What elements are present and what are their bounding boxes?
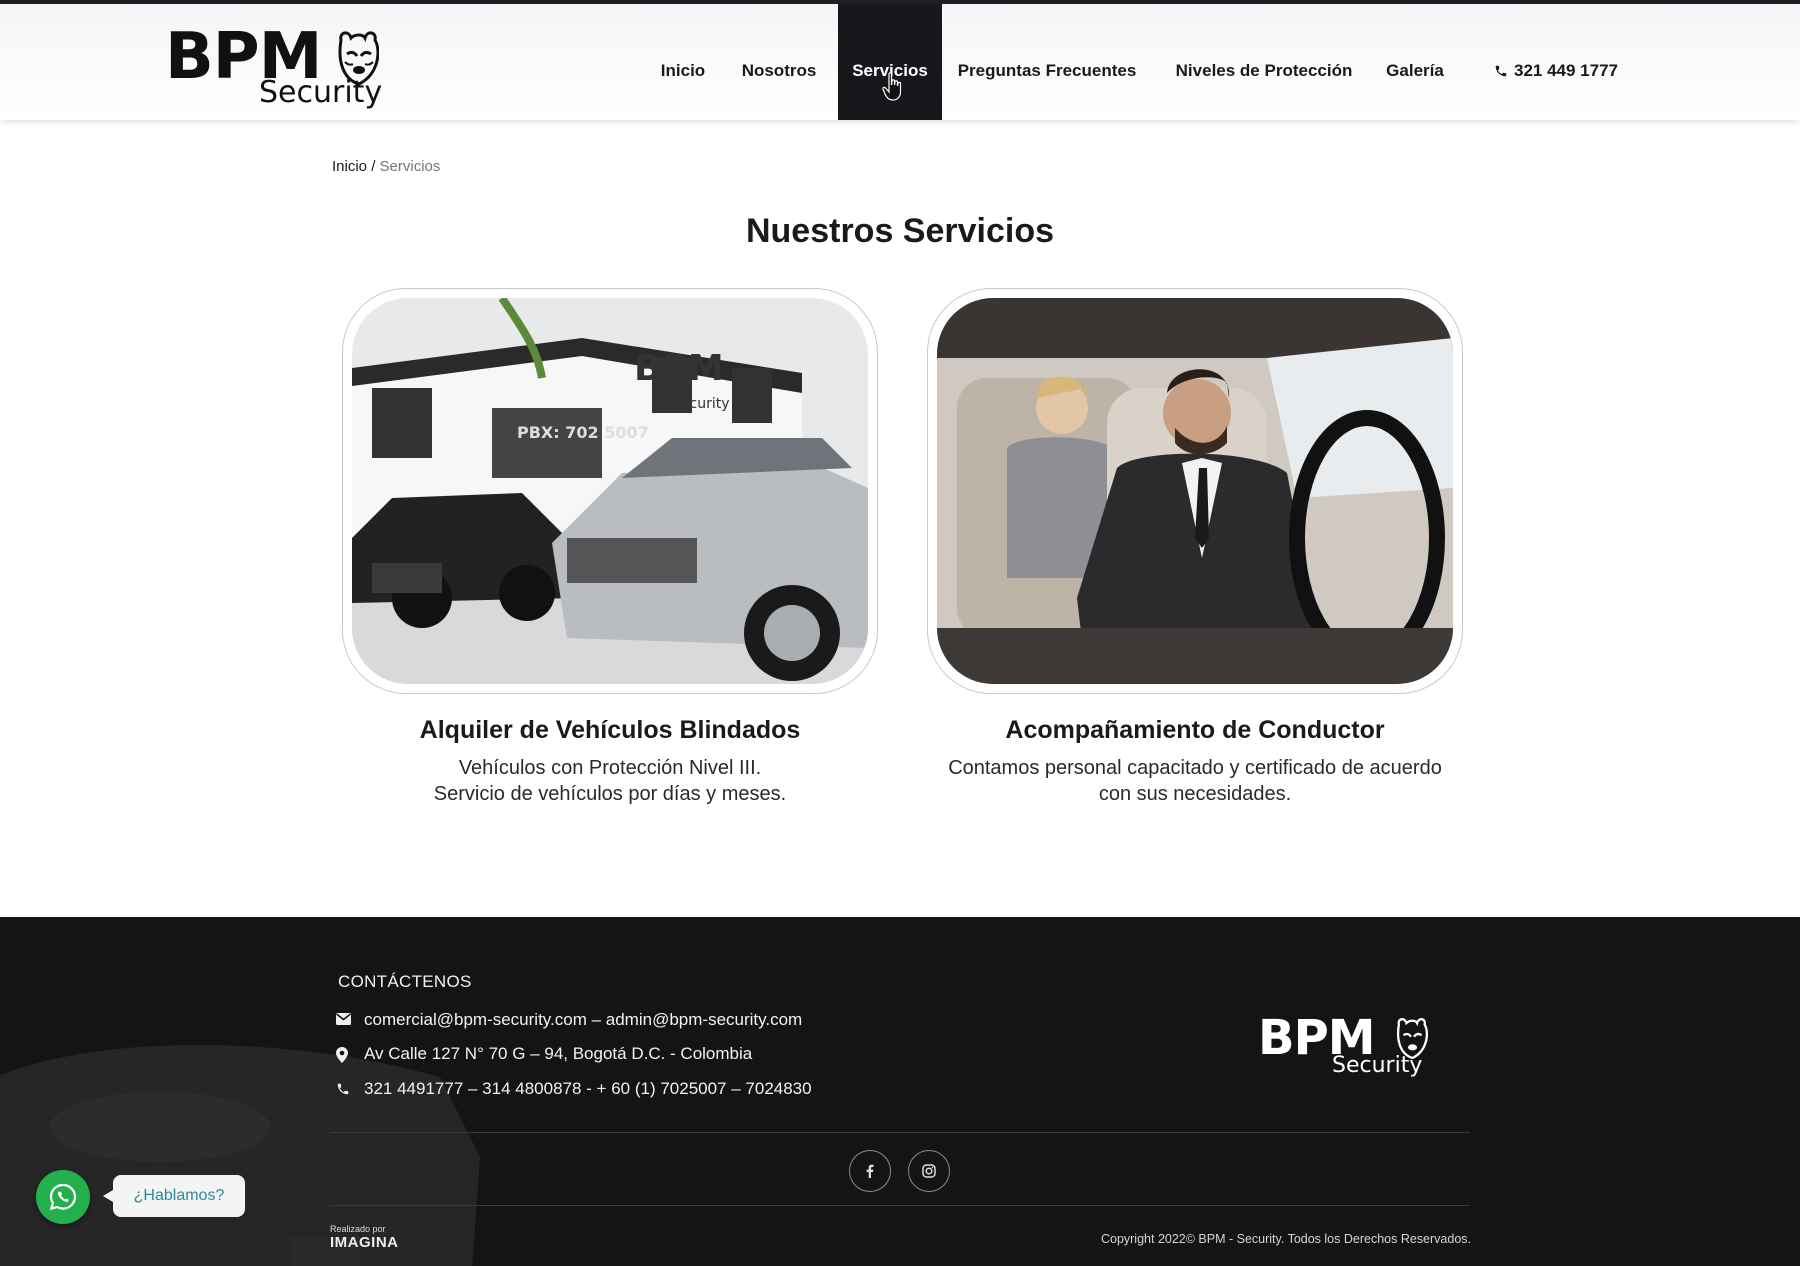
site-logo[interactable]: BPM Security (165, 22, 383, 116)
service-title[interactable]: Alquiler de Vehículos Blindados (342, 716, 878, 745)
service-card-frame: BPM Security PBX: 702 5007 (342, 288, 878, 694)
breadcrumb-separator: / (371, 158, 376, 175)
service-card-armored-vehicles[interactable]: BPM Security PBX: 702 5007 Alquiler de V… (342, 288, 878, 807)
footer-divider (330, 1205, 1470, 1206)
armored-vehicles-photo: BPM Security PBX: 702 5007 (352, 298, 868, 684)
header-phone-link[interactable]: 321 449 1777 (1494, 4, 1618, 120)
service-description-line: Vehículos con Protección Nivel III. (458, 757, 762, 779)
location-pin-icon (336, 1047, 348, 1063)
page-title: Nuestros Servicios (745, 212, 1055, 250)
breadcrumb: Inicio / Servicios (332, 158, 440, 175)
driver-escort-photo (937, 298, 1453, 684)
phone-icon (1495, 65, 1507, 77)
service-description-line: Servicio de vehículos por días y meses. (433, 783, 787, 805)
footer-divider (330, 1132, 1470, 1133)
breadcrumb-current: Servicios (379, 158, 441, 175)
contact-email-text: comercial@bpm-security.com – admin@bpm-s… (364, 1010, 803, 1029)
made-by-label: Realizado por (330, 1224, 386, 1234)
logo-subtitle: Security (259, 75, 383, 110)
breadcrumb-home[interactable]: Inicio (332, 158, 367, 175)
instagram-icon (922, 1164, 936, 1178)
facebook-link[interactable] (849, 1150, 891, 1192)
nav-item-servicios[interactable]: Servicios (838, 4, 942, 120)
made-by-link[interactable]: Realizado por IMAGINA (330, 1224, 430, 1254)
made-by-brand: IMAGINA (330, 1234, 399, 1251)
site-footer: CONTÁCTENOS comercial@bpm-security.com –… (0, 917, 1800, 1266)
whatsapp-chat-bubble[interactable]: ¿Hablamos? (103, 1175, 245, 1217)
nav-item-nosotros[interactable]: Nosotros (730, 4, 828, 120)
nav-item-galeria[interactable]: Galería (1380, 4, 1450, 120)
envelope-icon (336, 1013, 351, 1025)
svg-text:PBX: 702 5007: PBX: 702 5007 (517, 423, 649, 442)
svg-text:BPM: BPM (634, 348, 724, 389)
hand-cursor-icon (882, 72, 902, 101)
phone-icon (337, 1083, 349, 1095)
contact-phones-text: 321 4491777 – 314 4800878 - + 60 (1) 702… (364, 1079, 812, 1098)
footer-logo-subtitle: Security (1332, 1053, 1423, 1078)
facebook-icon (866, 1164, 874, 1178)
contact-title: CONTÁCTENOS (338, 972, 472, 991)
copyright: Copyright 2022© BPM - Security. Todos lo… (1100, 1232, 1471, 1246)
service-description: Vehículos con Protección Nivel III. Serv… (342, 755, 878, 807)
footer-logo: BPM Security (1258, 1011, 1430, 1087)
nav-item-niveles-de-proteccion[interactable]: Niveles de Protección (1168, 4, 1360, 120)
whatsapp-button[interactable] (36, 1170, 90, 1224)
header-phone-number: 321 449 1777 (1514, 61, 1618, 80)
nav-item-preguntas-frecuentes[interactable]: Preguntas Frecuentes (954, 4, 1140, 120)
whatsapp-icon (49, 1183, 77, 1211)
service-description-line: con sus necesidades. (1098, 783, 1292, 805)
service-title[interactable]: Acompañamiento de Conductor (927, 716, 1463, 745)
service-card-driver-escort[interactable]: Acompañamiento de Conductor Contamos per… (927, 288, 1463, 807)
nav-item-inicio[interactable]: Inicio (648, 4, 718, 120)
contact-address-text: Av Calle 127 N° 70 G – 94, Bogotá D.C. -… (364, 1044, 753, 1063)
service-description-line: Contamos personal capacitado y certifica… (948, 757, 1442, 779)
instagram-link[interactable] (908, 1150, 950, 1192)
svg-text:Security: Security (672, 396, 730, 412)
service-description: Contamos personal capacitado y certifica… (927, 755, 1463, 807)
service-card-frame (927, 288, 1463, 694)
